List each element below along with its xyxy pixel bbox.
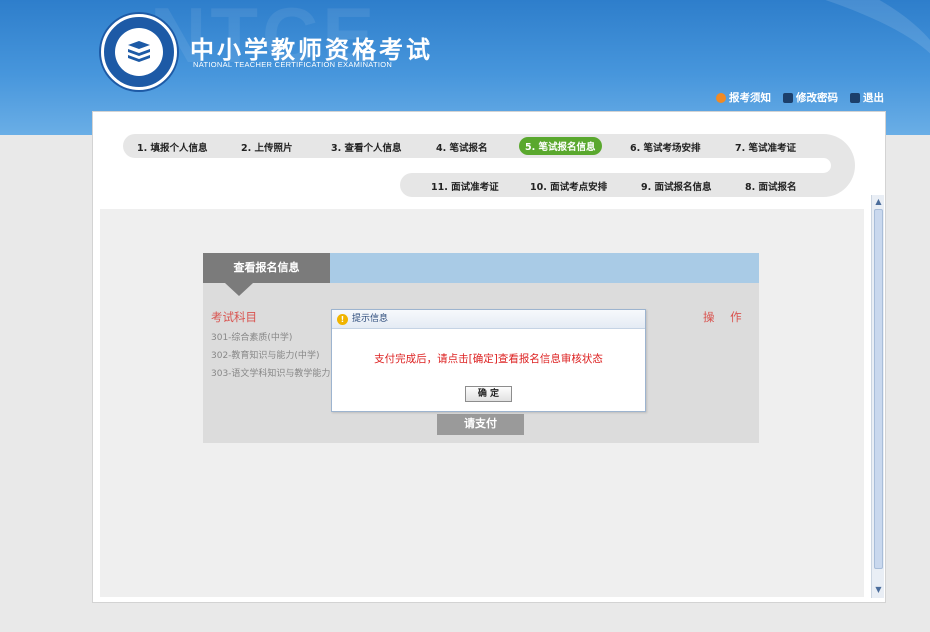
pay-button[interactable]: 请支付 [437,414,524,435]
step-7[interactable]: 7. 笔试准考证 [735,140,796,154]
site-subtitle: NATIONAL TEACHER CERTIFICATION EXAMINATI… [193,60,393,69]
column-header-operation: 操 作 [703,310,748,324]
scroll-up-icon[interactable]: ▲ [873,196,884,207]
step-5-active[interactable]: 5. 笔试报名信息 [519,137,602,155]
change-password-label: 修改密码 [796,92,838,104]
scroll-down-icon[interactable]: ▼ [873,584,884,595]
exam-notice-label: 报考须知 [729,92,771,104]
step-1[interactable]: 1. 填报个人信息 [137,140,208,154]
key-icon [783,92,793,103]
step-4[interactable]: 4. 笔试报名 [436,140,488,154]
step-11[interactable]: 11. 面试准考证 [431,179,499,193]
step-3[interactable]: 3. 查看个人信息 [331,140,402,154]
logout-icon [850,92,860,103]
dialog-header: ! 提示信息 [332,310,645,329]
step-2[interactable]: 2. 上传照片 [241,140,293,154]
alert-icon: ! [337,314,348,325]
tab-view-registration[interactable]: 查看报名信息 [203,253,330,283]
change-password-link[interactable]: 修改密码 [783,90,838,105]
step-10[interactable]: 10. 面试考点安排 [530,179,607,193]
step-6[interactable]: 6. 笔试考场安排 [630,140,701,154]
column-header-subject: 考试科目 [211,310,257,324]
exam-notice-link[interactable]: 报考须知 [716,90,771,105]
step-9[interactable]: 9. 面试报名信息 [641,179,712,193]
dialog-title: 提示信息 [352,314,389,324]
logout-label: 退出 [863,92,884,104]
prompt-dialog: ! 提示信息 支付完成后，请点击[确定]查看报名信息审核状态 确 定 [331,309,646,412]
ntce-logo [101,14,177,90]
confirm-button[interactable]: 确 定 [465,386,512,402]
info-icon [716,92,726,103]
dialog-message: 支付完成后，请点击[确定]查看报名信息审核状态 [374,353,603,365]
subject-item: 301-综合素质(中学) [211,333,293,343]
tab-pointer [225,283,253,296]
logout-link[interactable]: 退出 [850,90,884,105]
step-8[interactable]: 8. 面试报名 [745,179,797,193]
scroll-thumb[interactable] [874,209,883,569]
top-links: 报考须知 修改密码 退出 [716,90,884,105]
subject-item: 302-教育知识与能力(中学) [211,351,320,361]
book-icon [128,41,150,62]
vertical-scrollbar[interactable]: ▲ ▼ [871,195,884,598]
subject-item: 303-语文学科知识与教学能力 [211,369,331,379]
